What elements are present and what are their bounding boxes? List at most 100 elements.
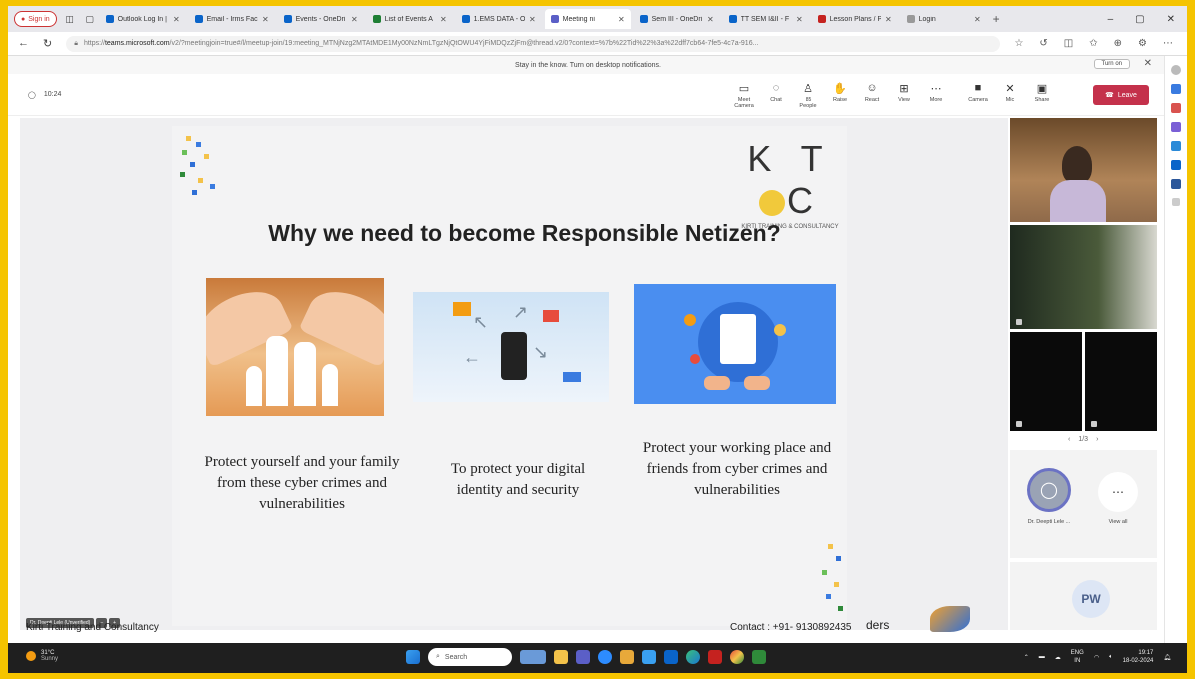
tab-close-icon[interactable]: ✕ — [885, 15, 892, 24]
presenter-name: Dr. Deepti Lele ... — [1027, 519, 1071, 525]
widgets-icon[interactable] — [520, 650, 546, 664]
control-share[interactable]: ▣ Share — [1028, 82, 1056, 109]
browser-tab[interactable]: Login ✕ — [901, 9, 987, 29]
turn-on-button[interactable]: Turn on — [1093, 59, 1130, 69]
minimize-icon[interactable]: – — [1108, 14, 1114, 25]
browser-tab[interactable]: Events - OneDri ✕ — [278, 9, 364, 29]
chevron-up-icon[interactable]: ⌃ — [1024, 654, 1029, 661]
teams-icon[interactable] — [576, 650, 590, 664]
zoom-icon[interactable] — [598, 650, 612, 664]
tab-close-icon[interactable]: ✕ — [351, 15, 358, 24]
app-icon[interactable] — [708, 650, 722, 664]
outlook-icon[interactable] — [1171, 160, 1181, 170]
folder-icon[interactable] — [620, 650, 634, 664]
store-icon[interactable] — [642, 650, 656, 664]
favorites-icon[interactable]: ✩ — [1089, 38, 1097, 49]
add-icon[interactable] — [1172, 198, 1180, 206]
weather-widget[interactable]: 31°C Sunny — [26, 650, 58, 662]
control-meet-camera[interactable]: ▭ Meet Camera — [730, 82, 758, 109]
browser-tab[interactable]: Lesson Plans / P ✕ — [812, 9, 898, 29]
taskbar-search[interactable]: ⌕ Search — [428, 648, 512, 666]
favorite-icon[interactable]: ☆ — [1014, 38, 1023, 49]
battery-icon[interactable]: ▬ — [1039, 654, 1045, 660]
address-bar: ← ↻ 🔒︎ https://teams.microsoft.com/v2/?m… — [8, 32, 1187, 56]
leave-button[interactable]: ☎ Leave — [1093, 85, 1149, 105]
split-screen-icon[interactable]: ◫ — [1064, 38, 1073, 49]
url-field[interactable]: 🔒︎ https://teams.microsoft.com/v2/?meeti… — [66, 35, 1001, 52]
control-raise[interactable]: ✋ Raise — [826, 82, 854, 109]
control-label: Raise — [832, 97, 848, 103]
tab-close-icon[interactable]: ✕ — [796, 15, 803, 24]
presenter-avatar[interactable]: ◯ — [1027, 468, 1071, 512]
control-mic[interactable]: ✕ Mic — [996, 82, 1024, 109]
volume-icon[interactable]: 🔈︎ — [1109, 654, 1113, 661]
participant-video-1[interactable] — [1010, 118, 1157, 222]
control-more[interactable]: ⋯ More — [922, 82, 950, 109]
browser-tab[interactable]: Outlook Log In | ✕ — [100, 9, 186, 29]
close-window-icon[interactable]: ✕ — [1167, 14, 1175, 25]
tab-close-icon[interactable]: ✕ — [529, 15, 536, 24]
tab-close-icon[interactable]: ✕ — [618, 15, 625, 24]
browser-tab[interactable]: Meeting ni ✕ — [544, 9, 631, 29]
chat-icon: ◌ — [772, 82, 780, 94]
signin-button[interactable]: ● Sign in — [14, 11, 57, 27]
edge-icon[interactable] — [686, 650, 700, 664]
tab-close-icon[interactable]: ✕ — [440, 15, 447, 24]
clock[interactable]: 19:17 18-02-2024 — [1123, 649, 1154, 665]
new-tab-button[interactable]: + — [993, 12, 1000, 26]
phone-icon: ☎ — [1105, 92, 1114, 99]
office-icon[interactable] — [1171, 141, 1181, 151]
self-avatar[interactable]: PW — [1072, 580, 1110, 618]
view-all-button[interactable]: ⋯ — [1098, 472, 1138, 512]
control-react[interactable]: ☺ React — [858, 82, 886, 109]
refresh-icon[interactable]: ↻ — [43, 37, 52, 50]
chrome-icon[interactable] — [730, 650, 744, 664]
participant-video-4[interactable] — [1085, 332, 1157, 431]
chevron-left-icon[interactable]: ‹ — [1068, 436, 1070, 443]
more-icon[interactable]: ⋯ — [1163, 38, 1173, 49]
participant-video-2[interactable] — [1010, 225, 1157, 329]
back-icon[interactable]: ← — [18, 37, 29, 50]
browser-sidebar — [1164, 56, 1187, 643]
mail-icon[interactable] — [664, 650, 678, 664]
refresh-page-icon[interactable]: ↺ — [1039, 38, 1047, 49]
language-indicator[interactable]: ENG IN — [1071, 649, 1084, 665]
control-people[interactable]: ♙ 85 People — [794, 82, 822, 109]
browser-tab[interactable]: Sem III - OneDri ✕ — [634, 9, 720, 29]
tab-close-icon[interactable]: ✕ — [262, 15, 269, 24]
browser-tab[interactable]: TT SEM I&II - F ✕ — [723, 9, 809, 29]
browser-tab[interactable]: List of Events A ✕ — [367, 9, 453, 29]
meet-camera-icon: ▭ — [738, 83, 750, 95]
windows-start-icon[interactable] — [406, 650, 420, 664]
chevron-right-icon[interactable]: › — [1096, 436, 1098, 443]
workspaces-icon[interactable]: ◫ — [63, 14, 77, 25]
onedrive-icon[interactable]: ☁ — [1055, 654, 1061, 661]
maximize-icon[interactable]: ▢ — [1135, 14, 1144, 25]
copilot-icon[interactable] — [1171, 84, 1181, 94]
extensions-icon[interactable]: ⚙ — [1138, 38, 1147, 49]
tab-close-icon[interactable]: ✕ — [974, 15, 981, 24]
sun-icon — [26, 651, 36, 661]
control-chat[interactable]: ◌ Chat — [762, 82, 790, 109]
control-view[interactable]: ⊞ View — [890, 82, 918, 109]
tab-close-icon[interactable]: ✕ — [707, 15, 714, 24]
file-explorer-icon[interactable] — [554, 650, 568, 664]
browser-tab[interactable]: Email - Irms Fac ✕ — [189, 9, 275, 29]
tools-icon[interactable] — [1171, 122, 1181, 132]
search-icon[interactable] — [1171, 65, 1181, 75]
collections-icon[interactable]: ⊕ — [1114, 38, 1122, 49]
close-icon[interactable]: ✕ — [1144, 58, 1152, 69]
word-icon[interactable] — [1171, 179, 1181, 189]
shopping-icon[interactable] — [1171, 103, 1181, 113]
signin-label: Sign in — [28, 15, 50, 23]
app-green-icon[interactable] — [752, 650, 766, 664]
notification-bell-icon[interactable]: 🔔︎ — [1163, 654, 1171, 661]
control-camera[interactable]: ■ Camera — [964, 82, 992, 109]
control-label: Chat — [770, 97, 782, 103]
browser-tab[interactable]: 1.EMS DATA - O ✕ — [456, 9, 542, 29]
participant-video-3[interactable] — [1010, 332, 1082, 431]
tab-actions-icon[interactable]: ▢ — [83, 14, 97, 25]
wifi-icon[interactable]: ◠ — [1094, 654, 1099, 661]
tab-close-icon[interactable]: ✕ — [173, 15, 180, 24]
participant-pager[interactable]: ‹ 1/3 › — [1068, 436, 1098, 443]
